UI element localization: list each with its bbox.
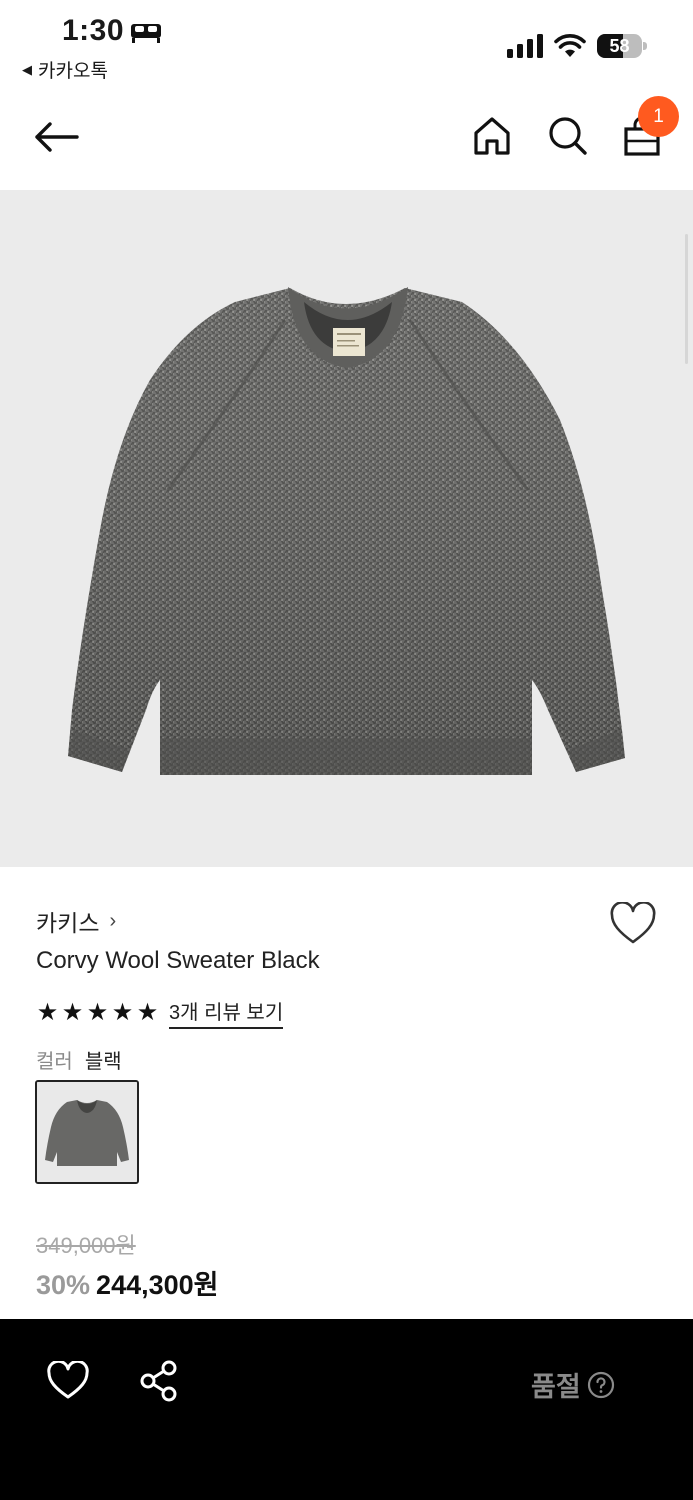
heart-outline-icon [610, 901, 656, 944]
brand-link[interactable]: 카키스 › [36, 904, 116, 938]
bottom-wishlist-button[interactable] [46, 1359, 90, 1401]
discount-rate: 30% [36, 1270, 91, 1300]
sold-out-label: 품절 [531, 1372, 581, 1402]
search-icon [549, 117, 587, 155]
share-button[interactable] [138, 1359, 180, 1403]
star-icon: ★ [61, 998, 84, 1026]
price-row: 30% 244,300원 [36, 1263, 219, 1302]
color-label: 컬러 [36, 1051, 73, 1073]
review-link[interactable]: 3개 리뷰 보기 [169, 996, 284, 1029]
back-to-app-link[interactable]: ◀ 카카오톡 [22, 56, 108, 83]
bottom-action-bar: 품절 [0, 1319, 693, 1500]
brand-name: 카키스 [36, 910, 100, 936]
status-bar: 1:30 ◀ 카카오톡 58 [0, 0, 693, 90]
cart-count-badge: 1 [638, 96, 679, 137]
swatch-sweater-image [37, 1082, 137, 1182]
top-nav [0, 95, 693, 190]
home-button[interactable] [470, 113, 514, 159]
color-swatch-black[interactable] [35, 1080, 139, 1184]
status-time: 1:30 [62, 14, 125, 47]
share-icon [140, 1360, 177, 1402]
rating-row: ★ ★ ★ ★ ★ 3개 리뷰 보기 [36, 996, 284, 1029]
wifi-icon [554, 34, 586, 57]
original-price: 349,000원 [36, 1233, 136, 1258]
help-circle-icon[interactable] [587, 1371, 615, 1399]
home-icon [474, 117, 510, 155]
battery-percent: 58 [609, 36, 630, 56]
search-button[interactable] [545, 113, 591, 159]
back-button[interactable] [30, 115, 82, 159]
bed-icon [131, 24, 161, 43]
back-triangle-icon: ◀ [22, 61, 32, 77]
product-name: Corvy Wool Sweater Black [36, 947, 320, 974]
arrow-left-icon [35, 122, 79, 152]
star-icon: ★ [86, 998, 109, 1026]
star-icon: ★ [36, 998, 59, 1026]
back-app-label: 카카오톡 [38, 61, 108, 82]
sale-price: 244,300원 [96, 1270, 219, 1300]
battery-icon: 58 [597, 34, 647, 58]
star-icon: ★ [111, 998, 134, 1026]
wishlist-button[interactable] [609, 901, 657, 946]
chevron-right-icon: › [109, 909, 117, 932]
color-row: 컬러 블랙 [36, 1045, 122, 1074]
star-rating: ★ ★ ★ ★ ★ [36, 998, 159, 1026]
product-image[interactable] [0, 190, 693, 867]
sold-out-button[interactable]: 품절 [531, 1365, 615, 1404]
scroll-indicator [685, 234, 688, 364]
sweater-image [68, 287, 625, 775]
heart-icon [47, 1359, 89, 1399]
star-icon: ★ [136, 998, 159, 1026]
signal-icon [507, 34, 543, 58]
color-value: 블랙 [84, 1051, 122, 1073]
